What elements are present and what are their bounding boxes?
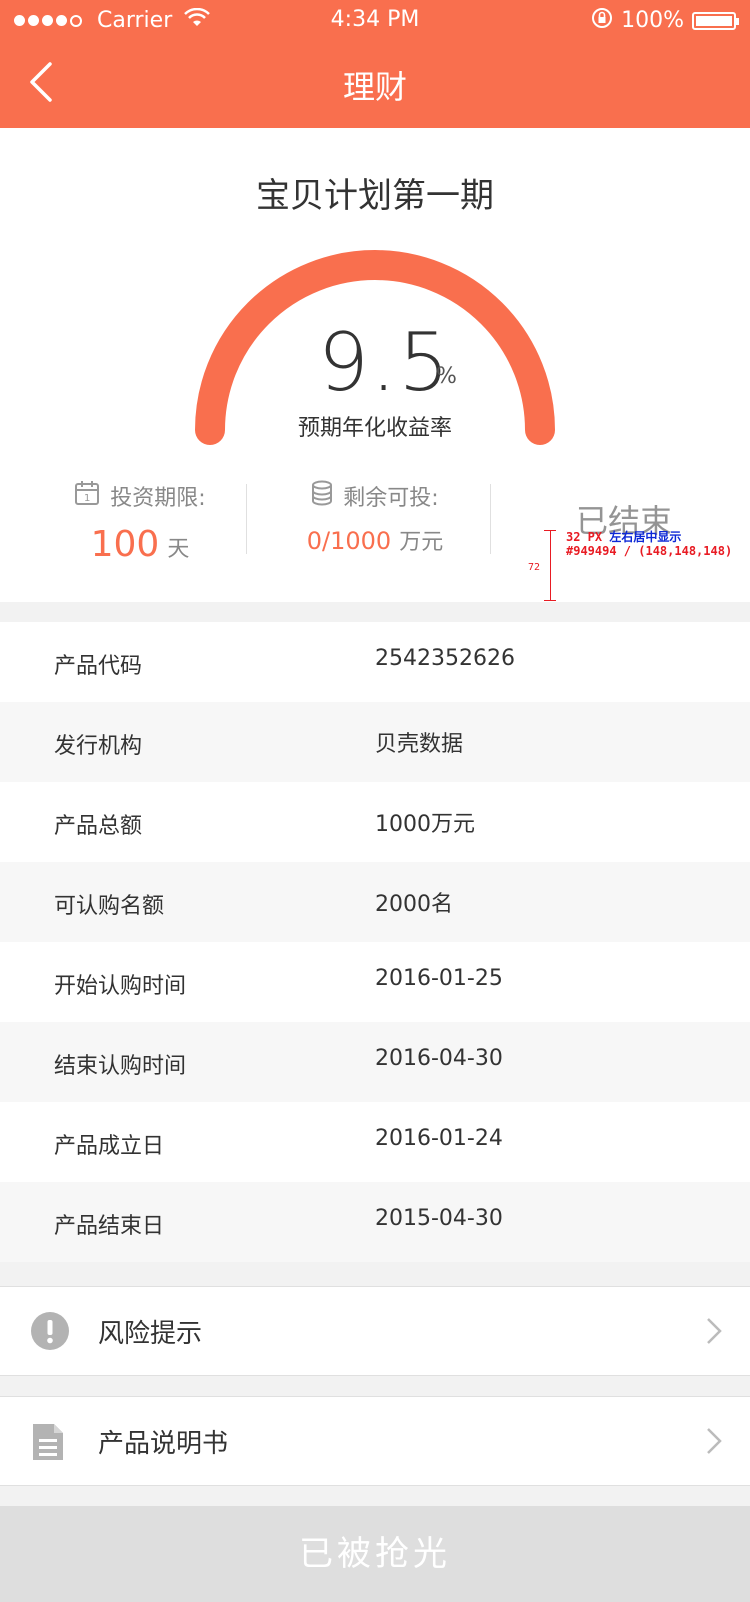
detail-row: 开始认购时间 2016-01-25	[0, 942, 750, 1022]
detail-key: 产品成立日	[54, 1134, 165, 1159]
detail-value: 1000万元	[375, 812, 475, 837]
risk-notice-link[interactable]: 风险提示	[0, 1286, 750, 1376]
detail-key: 结束认购时间	[54, 1054, 187, 1079]
spec-measure-tick	[544, 530, 556, 531]
detail-row: 发行机构 贝壳数据	[0, 702, 750, 782]
spec-size: 32 PX	[566, 530, 603, 544]
product-details: 产品代码 2542352626 发行机构 贝壳数据产品总额 1000万元可认购名额 200…	[0, 622, 750, 1262]
detail-row: 结束认购时间 2016-04-30	[0, 1022, 750, 1102]
spec-color: #949494 / (148,148,148)	[566, 544, 733, 558]
remaining-stat: 剩余可投: 0/1000 万元	[290, 480, 460, 556]
term-label: 投资期限:	[110, 486, 206, 511]
detail-key: 可认购名额	[54, 894, 165, 919]
detail-value: 2016-04-30	[375, 1046, 503, 1071]
spec-align: 左右居中显示	[609, 530, 682, 544]
risk-notice-label: 风险提示	[98, 1319, 203, 1349]
detail-value: 2016-01-25	[375, 966, 503, 991]
product-summary: 宝贝计划第一期 9.5 % 预期年化收益率 1 投资期限: 100 天 剩余可投:…	[0, 128, 750, 602]
remaining-label: 剩余可投:	[343, 486, 439, 511]
calendar-icon: 1	[74, 480, 100, 512]
detail-row: 产品成立日 2016-01-24	[0, 1102, 750, 1182]
svg-text:1: 1	[84, 493, 90, 504]
page-title: 理财	[342, 68, 407, 106]
warning-icon	[30, 1311, 70, 1355]
detail-row: 产品结束日 2015-04-30	[0, 1182, 750, 1262]
remaining-unit: 万元	[399, 530, 444, 555]
chevron-right-icon	[706, 1317, 722, 1349]
term-value: 100	[90, 524, 160, 565]
prospectus-label: 产品说明书	[98, 1429, 229, 1459]
yield-rate-value: 9.5	[318, 316, 452, 409]
rotation-lock-icon	[591, 7, 613, 34]
detail-key: 发行机构	[54, 734, 143, 759]
detail-value: 贝壳数据	[375, 732, 464, 757]
detail-value: 2015-04-30	[375, 1206, 503, 1231]
detail-key: 产品代码	[54, 654, 143, 679]
stat-divider	[490, 484, 491, 554]
detail-value: 2016-01-24	[375, 1126, 503, 1151]
top-bar: Carrier 4:34 PM 100% 理财	[0, 0, 750, 128]
prospectus-link[interactable]: 产品说明书	[0, 1396, 750, 1486]
detail-row: 产品代码 2542352626	[0, 622, 750, 702]
detail-key: 产品结束日	[54, 1214, 165, 1239]
yield-rate-unit: %	[436, 364, 457, 389]
database-icon	[311, 480, 333, 512]
detail-row: 产品总额 1000万元	[0, 782, 750, 862]
detail-value: 2000名	[375, 892, 453, 917]
detail-key: 产品总额	[54, 814, 143, 839]
spec-annotation: 32 PX 左右居中显示	[566, 528, 681, 545]
term-stat: 1 投资期限: 100 天	[40, 480, 240, 565]
battery-percent: 100%	[621, 8, 684, 33]
yield-rate-label: 预期年化收益率	[297, 416, 452, 441]
battery-icon	[692, 11, 739, 30]
stat-divider	[246, 484, 247, 554]
spec-measure-tick	[544, 600, 556, 601]
term-unit: 天	[167, 537, 190, 562]
detail-key: 开始认购时间	[54, 974, 187, 999]
document-icon	[30, 1421, 66, 1467]
detail-value: 2542352626	[375, 646, 515, 671]
product-title: 宝贝计划第一期	[256, 176, 494, 216]
status-bar: Carrier 4:34 PM 100%	[0, 0, 750, 40]
spec-measure-line	[550, 530, 551, 600]
spec-height: 72	[528, 562, 541, 573]
sold-out-button[interactable]: 已被抢光	[0, 1506, 750, 1602]
remaining-value: 0/1000	[306, 527, 392, 555]
chevron-right-icon	[706, 1427, 722, 1459]
detail-row: 可认购名额 2000名	[0, 862, 750, 942]
